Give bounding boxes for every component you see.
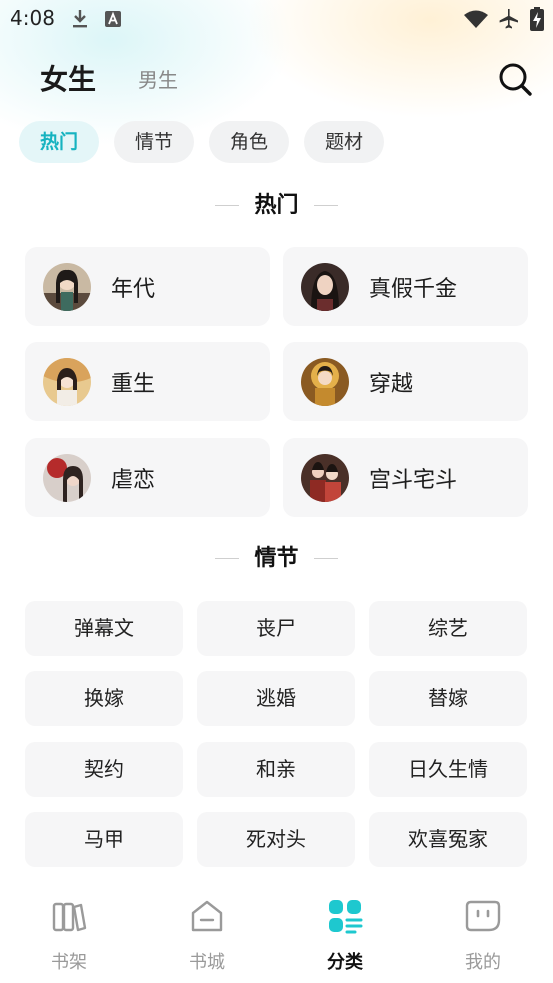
plot-tag-button[interactable]: 丧尸 [197,601,355,656]
hot-card-angst-romance[interactable]: 虐恋 [25,438,270,517]
plot-tag-button[interactable]: 契约 [25,742,183,797]
palace-avatar [301,454,349,502]
hot-card-label: 虐恋 [111,468,156,493]
hot-card-label: 穿越 [369,372,414,397]
nav-label: 书城 [189,952,225,973]
rebirth-avatar [43,358,91,406]
plot-tag-button[interactable]: 弹幕文 [25,601,183,656]
era-avatar [43,263,91,311]
plot-tag-button[interactable]: 欢喜冤家 [369,812,527,867]
hot-card-rebirth[interactable]: 重生 [25,342,270,421]
divider-line [314,558,338,559]
tab-female[interactable]: 女生 [40,58,96,98]
download-icon [73,10,87,28]
hot-card-palace-intrigue[interactable]: 宫斗宅斗 [283,438,528,517]
plot-tag-button[interactable]: 逃婚 [197,671,355,726]
plot-tag-button[interactable]: 日久生情 [369,742,527,797]
nav-label: 书架 [51,952,87,973]
chip-role[interactable]: 角色 [209,121,289,163]
heiress-avatar [301,263,349,311]
search-icon[interactable] [496,60,534,98]
nav-label: 分类 [327,952,363,973]
nav-bookstore[interactable]: 书城 [138,882,276,983]
plot-tag-button[interactable]: 替嫁 [369,671,527,726]
hot-card-label: 宫斗宅斗 [369,468,458,493]
profile-face-icon [465,900,501,932]
airplane-icon [499,9,518,29]
tab-male[interactable]: 男生 [138,64,178,93]
plot-tag-button[interactable]: 换嫁 [25,671,183,726]
category-icon [329,900,363,934]
nav-bookshelf[interactable]: 书架 [0,882,138,983]
bookstore-icon [191,900,223,932]
hot-card-time-travel[interactable]: 穿越 [283,342,528,421]
chip-theme[interactable]: 题材 [304,121,384,163]
divider-line [215,558,239,559]
section-title-plot: 情节 [254,546,299,571]
category-chips: 热门 情节 角色 题材 [0,121,553,163]
chip-plot[interactable]: 情节 [114,121,194,163]
bottom-nav: 书架 书城 分类 我的 [0,882,553,983]
angst-avatar [43,454,91,502]
status-bar: 4:08 [0,0,553,40]
nav-category[interactable]: 分类 [276,882,414,983]
time-travel-avatar [301,358,349,406]
hot-card-label: 重生 [111,372,156,397]
a-notification-icon [105,11,121,27]
section-header-hot: 热门 [0,191,553,221]
bookshelf-icon [52,902,87,932]
nav-profile[interactable]: 我的 [414,882,552,983]
status-time: 4:08 [10,6,55,30]
plot-tag-button[interactable]: 和亲 [197,742,355,797]
divider-line [215,205,239,206]
section-header-plot: 情节 [0,544,553,574]
battery-charging-icon [530,7,544,31]
top-header: 女生 男生 [0,50,553,106]
hot-card-true-false-heiress[interactable]: 真假千金 [283,247,528,326]
section-title-hot: 热门 [254,193,299,218]
wifi-icon [464,10,488,28]
hot-card-label: 年代 [111,277,156,302]
chip-hot[interactable]: 热门 [19,121,99,163]
divider-line [314,205,338,206]
hot-card-era[interactable]: 年代 [25,247,270,326]
plot-tag-button[interactable]: 死对头 [197,812,355,867]
plot-tag-button[interactable]: 综艺 [369,601,527,656]
plot-tag-button[interactable]: 马甲 [25,812,183,867]
hot-card-label: 真假千金 [369,277,458,302]
nav-label: 我的 [465,952,501,973]
